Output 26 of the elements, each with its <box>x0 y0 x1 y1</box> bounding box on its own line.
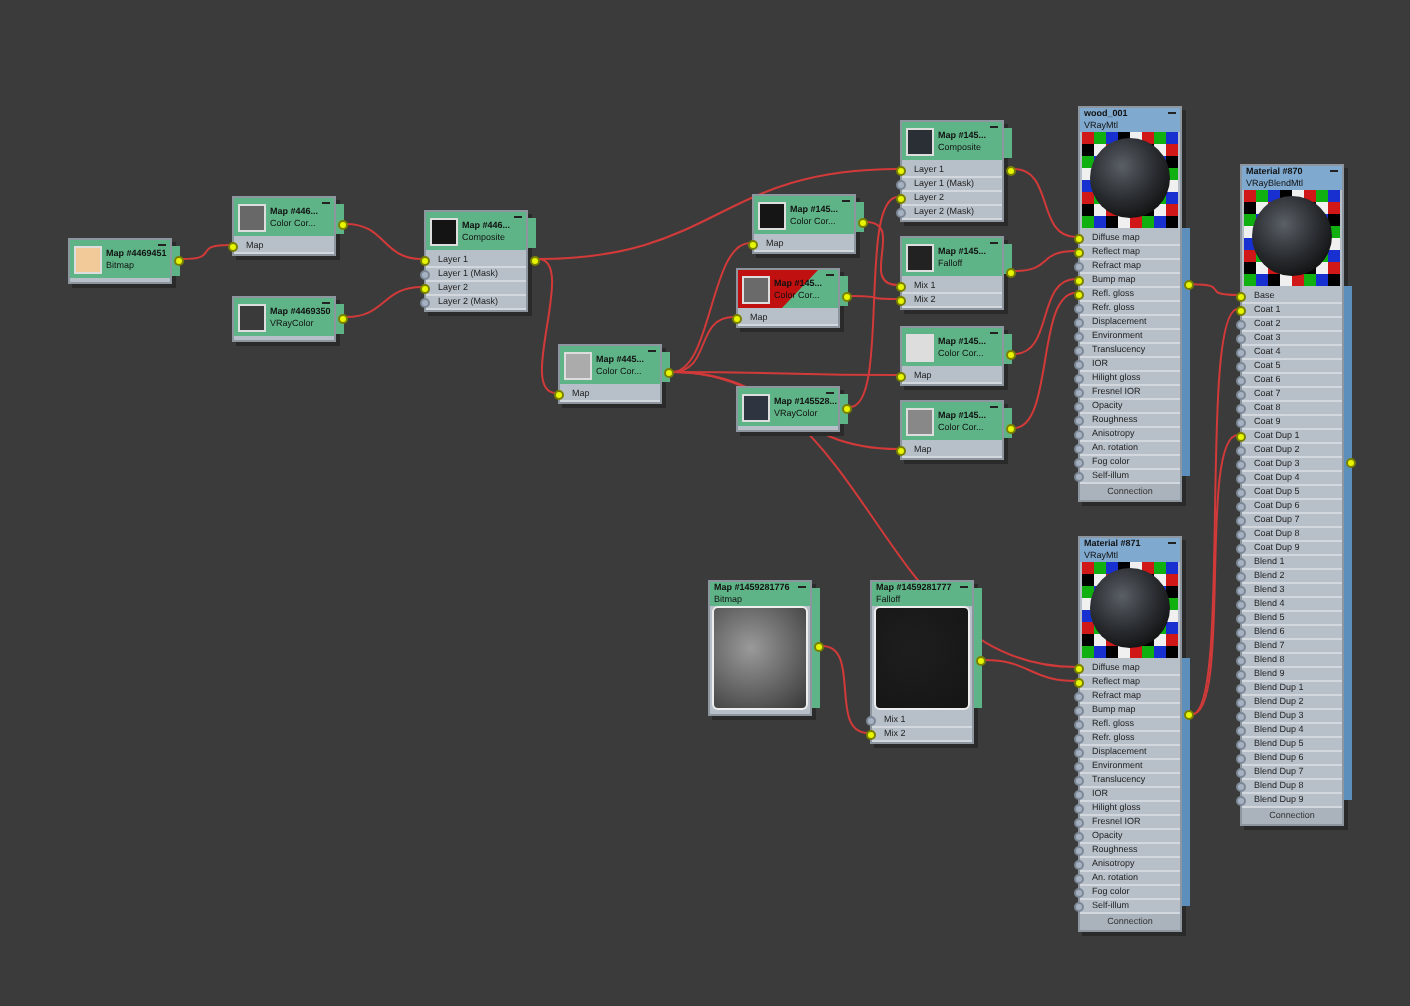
sphere-preview-drawing <box>1244 190 1340 286</box>
minimize-icon[interactable] <box>990 332 998 336</box>
wire-fan <box>1013 168 1077 238</box>
wire-fan <box>345 223 423 260</box>
sphere-preview-drawing <box>1082 132 1178 228</box>
output-tab[interactable] <box>1004 244 1012 274</box>
minimize-icon[interactable] <box>826 274 834 278</box>
minimize-icon[interactable] <box>1168 112 1176 116</box>
minimize-icon[interactable] <box>842 200 850 204</box>
sphere-preview-drawing <box>1082 562 1178 658</box>
minimize-icon[interactable] <box>322 202 330 206</box>
minimize-icon[interactable] <box>960 586 968 590</box>
wire-fan <box>345 286 423 318</box>
minimize-icon[interactable] <box>826 392 834 396</box>
minimize-icon[interactable] <box>990 406 998 410</box>
minimize-icon[interactable] <box>990 242 998 246</box>
minimize-icon[interactable] <box>990 126 998 130</box>
minimize-icon[interactable] <box>1330 170 1338 174</box>
wire-fan <box>1191 283 1239 296</box>
minimize-icon[interactable] <box>1168 542 1176 546</box>
minimize-icon[interactable] <box>158 244 166 248</box>
minimize-icon[interactable] <box>322 302 330 306</box>
minimize-icon[interactable] <box>648 350 656 354</box>
minimize-icon[interactable] <box>514 216 522 220</box>
wire-fan <box>181 244 231 260</box>
minimize-icon[interactable] <box>798 586 806 590</box>
